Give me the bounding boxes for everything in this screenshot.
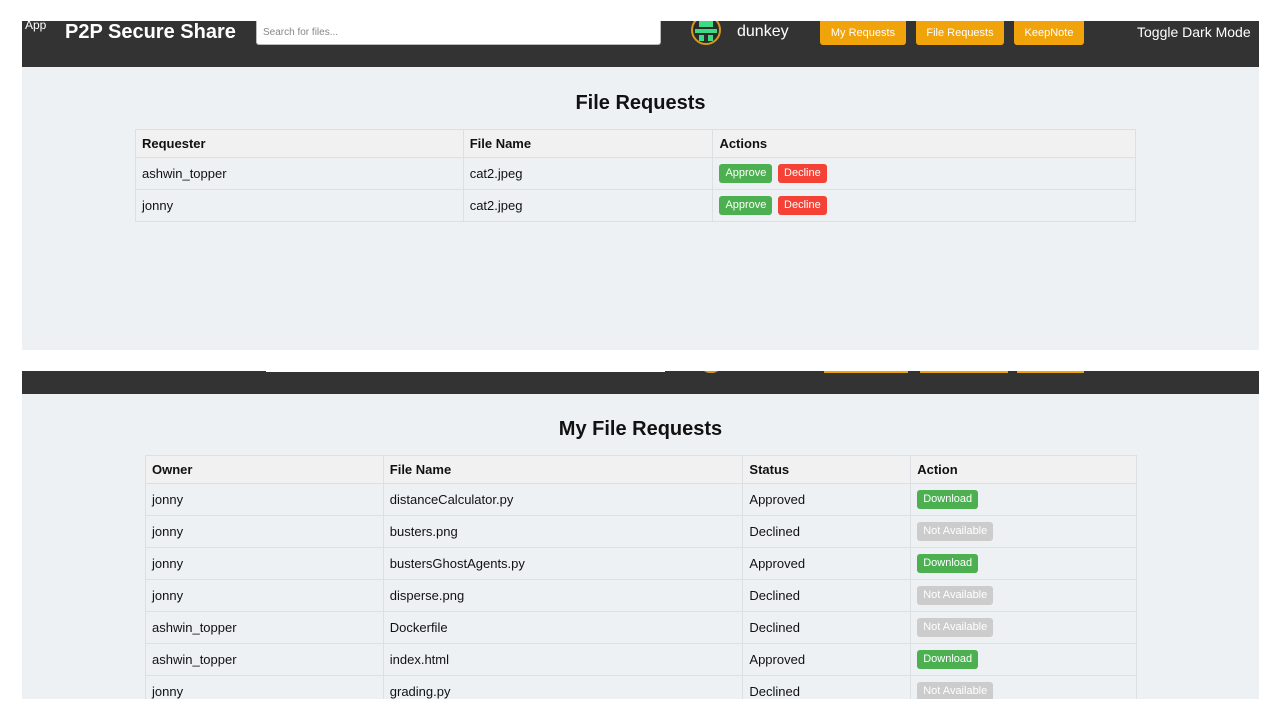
file-requests-button[interactable]: File Requests — [916, 21, 1004, 45]
table-header-row: Owner File Name Status Action — [145, 455, 1137, 484]
user-avatar-edge — [700, 371, 722, 373]
search-input[interactable] — [256, 21, 661, 45]
owner-cell: jonny — [145, 547, 384, 580]
owner-cell: jonny — [145, 675, 384, 699]
file-name-cell: Dockerfile — [382, 611, 744, 644]
action-cell: Not Available — [910, 515, 1137, 548]
my-file-requests-page: My File Requests Owner File Name Status … — [22, 371, 1259, 699]
status-cell: Declined — [742, 515, 912, 548]
file-name-cell: cat2.jpeg — [462, 189, 714, 222]
owner-cell: jonny — [145, 483, 384, 516]
owner-cell: ashwin_topper — [145, 611, 384, 644]
file-requests-title: File Requests — [575, 92, 706, 114]
user-avatar[interactable] — [691, 21, 721, 45]
keepnote-button[interactable]: KeepNote — [1014, 21, 1084, 45]
file-requests-button-edge — [920, 371, 1008, 373]
status-cell: Declined — [742, 579, 912, 612]
username: dunkey — [737, 23, 789, 40]
not-available-button: Not Available — [917, 522, 994, 541]
header-owner: Owner — [145, 455, 384, 484]
action-cell: Download — [910, 547, 1137, 580]
download-button[interactable]: Download — [917, 554, 979, 573]
approve-button[interactable]: Approve — [719, 164, 773, 183]
header-file-name: File Name — [382, 455, 744, 484]
not-available-button: Not Available — [917, 682, 994, 699]
header-action: Action — [910, 455, 1137, 484]
file-requests-table: Requester File Name Actions ashwin_toppe… — [135, 129, 1136, 222]
action-cell: Not Available — [910, 611, 1137, 644]
header-status: Status — [742, 455, 912, 484]
table-row: ashwin_topper Dockerfile Declined Not Av… — [145, 611, 1137, 644]
owner-cell: jonny — [145, 515, 384, 548]
file-name-cell: disperse.png — [382, 579, 744, 612]
toggle-dark-mode-button[interactable]: Toggle Dark Mode — [1137, 23, 1251, 41]
file-name-cell: grading.py — [382, 675, 744, 699]
file-name-cell: distanceCalculator.py — [382, 483, 744, 516]
action-cell: Not Available — [910, 675, 1137, 699]
actions-cell: Approve Decline — [712, 189, 1136, 222]
table-header-row: Requester File Name Actions — [135, 129, 1136, 158]
navbar — [22, 371, 1259, 394]
app-logo[interactable]: App — [25, 21, 46, 32]
header-file-name: File Name — [462, 129, 714, 158]
actions-cell: Approve Decline — [712, 157, 1136, 190]
my-requests-button[interactable]: My Requests — [820, 21, 906, 45]
approve-button[interactable]: Approve — [719, 196, 773, 215]
keepnote-button-edge — [1017, 371, 1084, 373]
action-cell: Download — [910, 483, 1137, 516]
download-button[interactable]: Download — [917, 490, 979, 509]
file-requests-page: App P2P Secure Share dunkey My Requests … — [22, 21, 1259, 350]
file-name-cell: busters.png — [382, 515, 744, 548]
not-available-button: Not Available — [917, 586, 994, 605]
table-row: ashwin_topper cat2.jpeg Approve Decline — [135, 157, 1136, 190]
status-cell: Declined — [742, 675, 912, 699]
status-cell: Approved — [742, 547, 912, 580]
status-cell: Approved — [742, 643, 912, 676]
requester-cell: jonny — [135, 189, 464, 222]
action-cell: Download — [910, 643, 1137, 676]
header-actions: Actions — [712, 129, 1136, 158]
decline-button[interactable]: Decline — [778, 196, 827, 215]
owner-cell: jonny — [145, 579, 384, 612]
requester-cell: ashwin_topper — [135, 157, 464, 190]
search-input-edge — [266, 371, 665, 372]
not-available-button: Not Available — [917, 618, 994, 637]
app-title: P2P Secure Share — [65, 21, 236, 43]
download-button[interactable]: Download — [917, 650, 979, 669]
status-cell: Approved — [742, 483, 912, 516]
table-row: jonny grading.py Declined Not Available — [145, 675, 1137, 699]
table-row: jonny cat2.jpeg Approve Decline — [135, 189, 1136, 222]
my-file-requests-title: My File Requests — [558, 418, 723, 440]
table-row: jonny busters.png Declined Not Available — [145, 515, 1137, 548]
navbar: App P2P Secure Share dunkey My Requests … — [22, 21, 1259, 67]
my-requests-button-edge — [824, 371, 908, 373]
owner-cell: ashwin_topper — [145, 643, 384, 676]
status-cell: Declined — [742, 611, 912, 644]
action-cell: Not Available — [910, 579, 1137, 612]
table-row: ashwin_topper index.html Approved Downlo… — [145, 643, 1137, 676]
table-row: jonny disperse.png Declined Not Availabl… — [145, 579, 1137, 612]
table-row: jonny distanceCalculator.py Approved Dow… — [145, 483, 1137, 516]
my-file-requests-table: Owner File Name Status Action jonny dist… — [145, 455, 1137, 699]
file-name-cell: bustersGhostAgents.py — [382, 547, 744, 580]
decline-button[interactable]: Decline — [778, 164, 827, 183]
file-name-cell: cat2.jpeg — [462, 157, 714, 190]
file-name-cell: index.html — [382, 643, 744, 676]
table-row: jonny bustersGhostAgents.py Approved Dow… — [145, 547, 1137, 580]
header-requester: Requester — [135, 129, 464, 158]
